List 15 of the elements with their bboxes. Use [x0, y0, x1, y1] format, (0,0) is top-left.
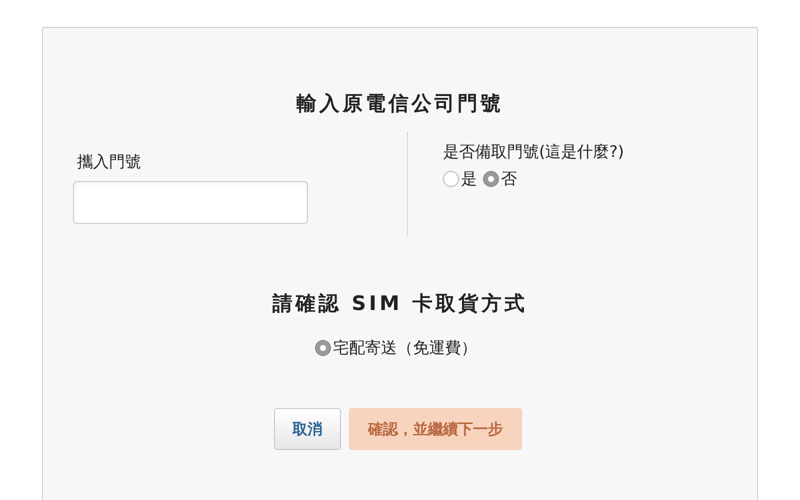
radio-option[interactable]: 否 — [483, 167, 517, 191]
radio-button[interactable] — [315, 340, 331, 356]
section-title: 請確認 SIM 卡取貨方式 — [271, 290, 528, 317]
radio-option[interactable]: 宅配寄送（免運費） — [315, 336, 477, 360]
radio-option[interactable]: 是 — [443, 167, 477, 191]
radio-label: 是 — [461, 168, 477, 190]
section-title: 輸入原電信公司門號 — [296, 90, 504, 117]
cancel-button[interactable]: 取消 — [274, 408, 341, 450]
radio-label: 否 — [501, 168, 517, 190]
question-label: 是否備取門號(這是什麼?) — [443, 141, 624, 163]
field-label: 攜入門號 — [76, 151, 142, 173]
radio-button[interactable] — [483, 171, 499, 187]
phone-number-input[interactable] — [73, 181, 308, 224]
radio-button[interactable] — [443, 171, 459, 187]
radio-label: 宅配寄送（免運費） — [333, 337, 477, 359]
